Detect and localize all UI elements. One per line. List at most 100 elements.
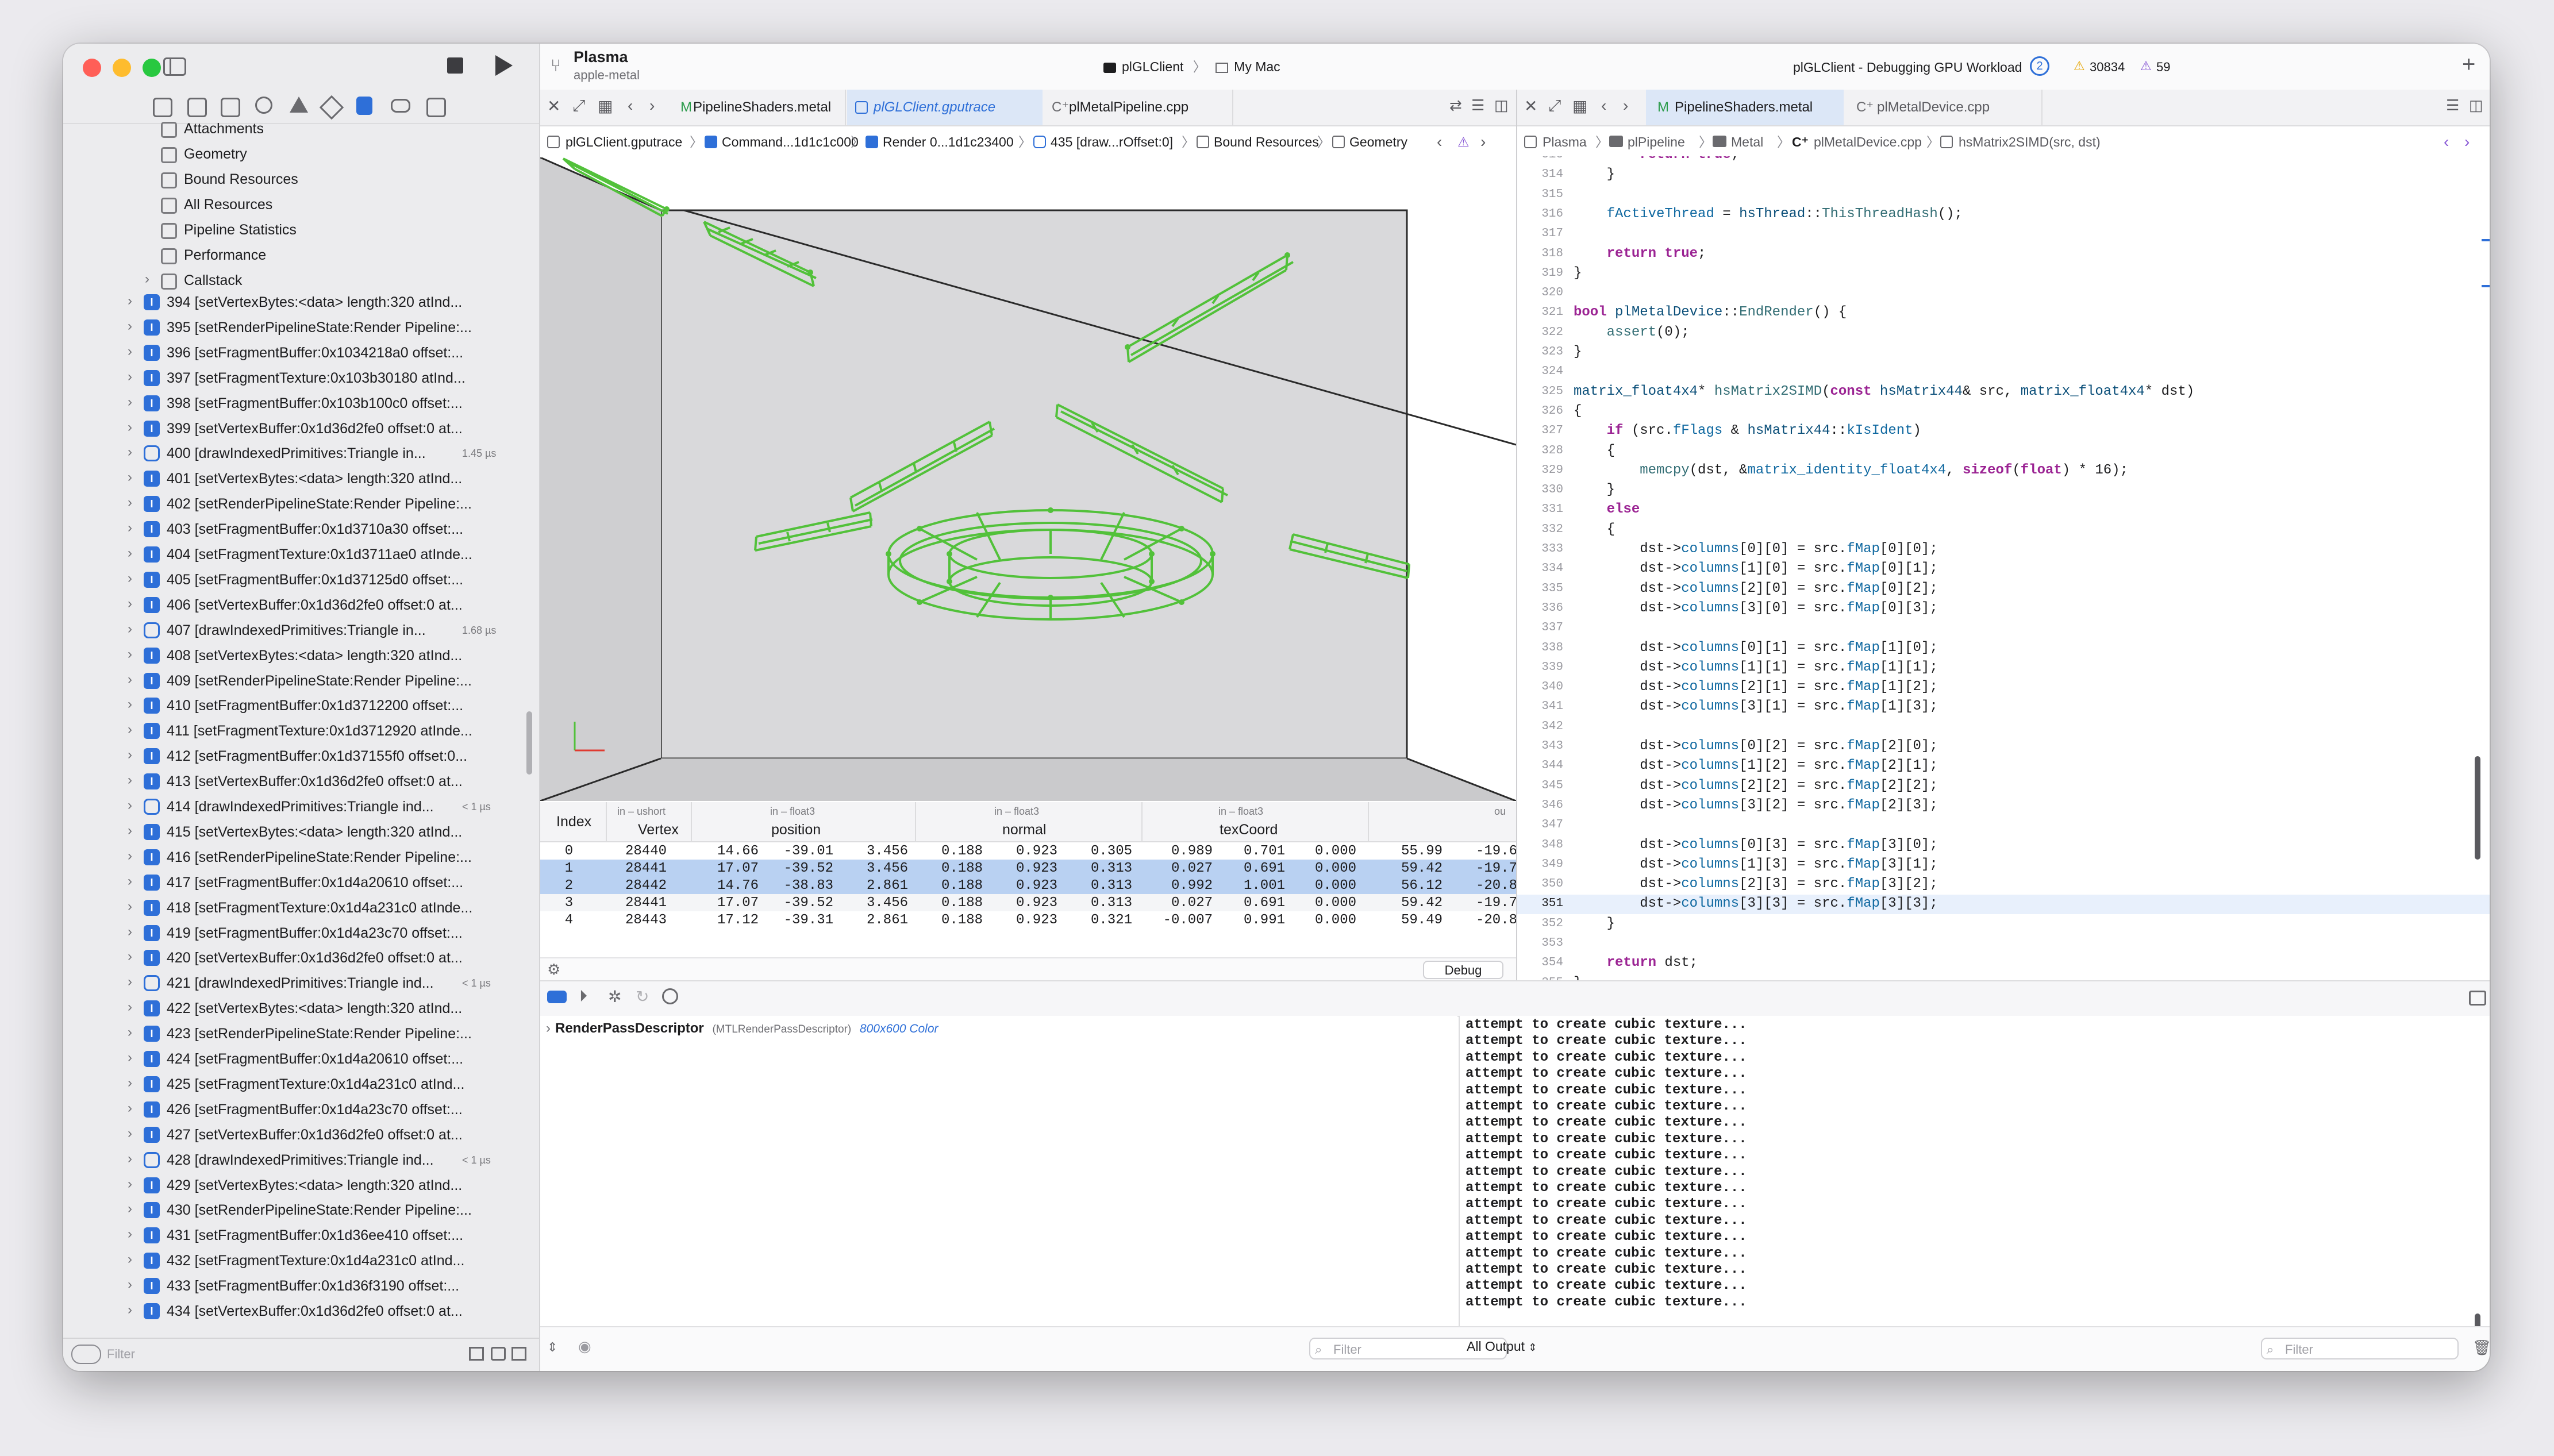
code-line[interactable]: 328 { — [1517, 442, 2490, 461]
code-line[interactable]: 323} — [1517, 343, 2490, 363]
command-row[interactable]: › I 394 [setVertexBytes:<data> length:320 … — [63, 291, 539, 316]
command-row[interactable]: › I 432 [setFragmentTexture:0x1d4a231c0 at… — [63, 1249, 539, 1274]
resource-item[interactable]: All Resources — [63, 193, 539, 218]
disclosure-chevron-icon[interactable]: › — [128, 798, 132, 814]
refresh-icon[interactable]: ⇄ — [1449, 97, 1462, 114]
code-line[interactable]: 339 dst->columns[1][1] = src.fMap[1][1]; — [1517, 658, 2490, 678]
breadcrumb-item[interactable]: Plasma — [1543, 126, 1587, 157]
column-header-normal[interactable]: normal — [1002, 822, 1046, 838]
disclosure-chevron-icon[interactable]: › — [128, 469, 132, 486]
code-line[interactable]: 317 — [1517, 225, 2490, 244]
table-row[interactable]: 1 28441 17.07 -39.52 3.456 0.188 0.923 0.313 0.0… — [540, 860, 1517, 877]
close-window-button[interactable] — [83, 59, 101, 77]
tab-plmetaldevice-cpp[interactable]: C⁺ plMetalDevice.cpp — [1845, 90, 2043, 125]
command-row[interactable]: › I 398 [setFragmentBuffer:0x103b100c0 off… — [63, 392, 539, 417]
symbol-navigator-icon[interactable] — [221, 98, 240, 117]
vertex-data-table[interactable]: Index in – ushort Vertex in – float3 pos… — [540, 802, 1517, 985]
disclosure-chevron-icon[interactable]: › — [128, 1024, 132, 1041]
column-header-texcoord[interactable]: texCoord — [1220, 822, 1278, 838]
code-line[interactable]: 348 dst->columns[0][3] = src.fMap[3][0]; — [1517, 836, 2490, 856]
disclosure-chevron-icon[interactable]: › — [128, 293, 132, 309]
code-line[interactable]: 335 dst->columns[2][0] = src.fMap[0][2]; — [1517, 580, 2490, 599]
disclosure-chevron-icon[interactable]: › — [128, 1201, 132, 1217]
disclosure-chevron-icon[interactable]: › — [128, 596, 132, 612]
disclosure-chevron-icon[interactable]: › — [128, 747, 132, 763]
disclosure-chevron-icon[interactable]: › — [128, 444, 132, 460]
disclosure-chevron-icon[interactable]: › — [128, 848, 132, 864]
disclosure-chevron-icon[interactable]: › — [128, 1100, 132, 1116]
resource-item[interactable]: Pipeline Statistics — [63, 218, 539, 244]
debug-navigator-icon[interactable] — [356, 97, 372, 115]
command-row[interactable]: › I 405 [setFragmentBuffer:0x1d37125d0 off… — [63, 568, 539, 594]
warning-count[interactable]: 30834 — [2090, 60, 2125, 75]
draw-command-row[interactable]: › 407 [drawIndexedPrimitives:Triangle in.… — [63, 619, 539, 644]
report-navigator-icon[interactable] — [426, 98, 446, 117]
tab-plmetalpipeline-cpp[interactable]: C⁺ plMetalPipeline.cpp — [1044, 90, 1233, 125]
scheme-selector[interactable]: plGLClient 〉 My Mac — [1103, 54, 1280, 79]
command-row[interactable]: › I 397 [setFragmentTexture:0x103b30180 at… — [63, 367, 539, 392]
disclosure-chevron-icon[interactable]: › — [128, 344, 132, 360]
disclosure-chevron-icon[interactable]: › — [128, 1226, 132, 1242]
resource-item[interactable]: Performance — [63, 244, 539, 269]
code-line[interactable]: 331 else — [1517, 500, 2490, 520]
command-row[interactable]: › I 411 [setFragmentTexture:0x1d3712920 at… — [63, 719, 539, 745]
project-name[interactable]: Plasma — [574, 48, 628, 66]
related-items-icon[interactable]: ▦ — [1572, 97, 1587, 115]
code-line[interactable]: 342 — [1517, 718, 2490, 737]
code-line[interactable]: 321 bool plMetalDevice::EndRender() { — [1517, 303, 2490, 323]
quick-look-icon[interactable]: ◉ — [578, 1338, 591, 1355]
code-line[interactable]: 340 dst->columns[2][1] = src.fMap[1][2]; — [1517, 678, 2490, 698]
disclosure-chevron-icon[interactable]: › — [128, 1251, 132, 1268]
next-issue-icon[interactable]: › — [2464, 126, 2470, 157]
code-line[interactable]: 344 dst->columns[1][2] = src.fMap[2][1]; — [1517, 757, 2490, 776]
breadcrumb-item[interactable]: Render 0...1d1c23400 — [883, 126, 1014, 157]
breadcrumb-item[interactable]: plPipeline — [1628, 126, 1685, 157]
expand-editor-icon[interactable]: ⤢ — [1548, 97, 1561, 115]
variable-row[interactable]: › RenderPassDescriptor (MTLRenderPassDesc… — [546, 1020, 938, 1037]
next-issue-icon[interactable]: › — [1480, 126, 1486, 157]
disclosure-chevron-icon[interactable]: › — [128, 369, 132, 385]
command-row[interactable]: › I 427 [setVertexBuffer:0x1d36d2fe0 offse… — [63, 1123, 539, 1149]
command-row[interactable]: › I 395 [setRenderPipelineState:Render Pip… — [63, 316, 539, 341]
disclosure-chevron-icon[interactable]: › — [128, 949, 132, 965]
reload-shaders-icon[interactable]: ↻ — [636, 987, 649, 1006]
branch-name[interactable]: apple-metal — [574, 68, 640, 83]
column-header-vertex[interactable]: Vertex — [638, 822, 679, 838]
command-row[interactable]: › I 409 [setRenderPipelineState:Render Pip… — [63, 669, 539, 695]
console-output[interactable]: attempt to create cubic texture... attemp… — [1459, 1016, 2490, 1326]
draw-command-row[interactable]: › 421 [drawIndexedPrimitives:Triangle ind… — [63, 972, 539, 997]
code-line[interactable]: 319} — [1517, 264, 2490, 284]
variables-scope-selector[interactable]: ⇕ — [547, 1340, 557, 1355]
issue-count[interactable]: 59 — [2156, 60, 2170, 75]
debug-gpu-icon[interactable]: ✲ — [608, 987, 621, 1006]
code-line[interactable]: 316 fActiveThread = hsThread::ThisThread… — [1517, 205, 2490, 225]
status-badge[interactable]: 2 — [2030, 56, 2049, 76]
code-line[interactable]: 314 } — [1517, 165, 2490, 185]
code-line[interactable]: 350 dst->columns[2][3] = src.fMap[3][2]; — [1517, 875, 2490, 895]
command-row[interactable]: › I 402 [setRenderPipelineState:Render Pip… — [63, 492, 539, 518]
code-line[interactable]: 322 assert(0); — [1517, 323, 2490, 343]
disclosure-chevron-icon[interactable]: › — [128, 1151, 132, 1167]
forward-icon[interactable]: › — [649, 97, 655, 115]
disclosure-chevron-icon[interactable]: › — [128, 899, 132, 915]
command-row[interactable]: › I 406 [setVertexBuffer:0x1d36d2fe0 offse… — [63, 594, 539, 619]
sidebar-scrollbar[interactable] — [526, 711, 532, 775]
command-row[interactable]: › I 425 [setFragmentTexture:0x1d4a231c0 at… — [63, 1073, 539, 1098]
breadcrumb-item[interactable]: plMetalDevice.cpp — [1814, 126, 1922, 157]
command-row[interactable]: › I 424 [setFragmentBuffer:0x1d4a20610 off… — [63, 1047, 539, 1073]
sidebar-toggle-icon[interactable] — [163, 57, 186, 76]
code-line[interactable]: 349 dst->columns[1][3] = src.fMap[3][1]; — [1517, 856, 2490, 875]
code-line[interactable]: 327 if (src.fFlags & hsMatrix44::kIsIden… — [1517, 422, 2490, 441]
breadcrumb-item[interactable]: Bound Resources — [1214, 126, 1319, 157]
code-line[interactable]: 352 } — [1517, 915, 2490, 934]
disclosure-chevron-icon[interactable]: › — [546, 1020, 551, 1036]
breadcrumb-item[interactable]: Metal — [1731, 126, 1763, 157]
test-navigator-icon[interactable] — [319, 95, 344, 120]
forward-icon[interactable]: › — [1623, 97, 1628, 115]
disclosure-chevron-icon[interactable]: › — [128, 520, 132, 536]
disclosure-chevron-icon[interactable]: › — [128, 772, 132, 788]
table-row[interactable]: 2 28442 14.76 -38.83 2.861 0.188 0.923 0.313 0.9… — [540, 877, 1517, 894]
column-header-index[interactable]: Index — [556, 814, 591, 830]
add-icon[interactable]: + — [2462, 52, 2475, 78]
tab-plglclient-gputrace[interactable]: plGLClient.gputrace — [847, 90, 1043, 125]
